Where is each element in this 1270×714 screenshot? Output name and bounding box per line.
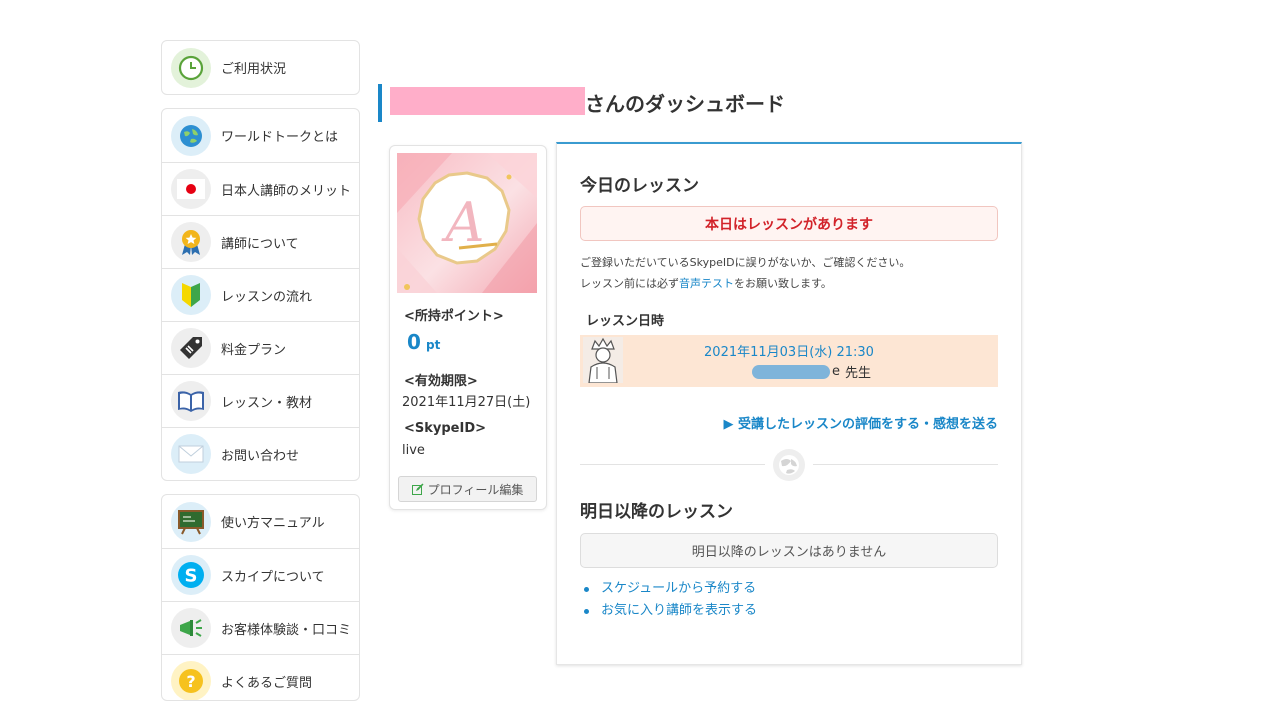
points-display: 0 pt xyxy=(407,330,440,354)
sidebar-item-label: お問い合わせ xyxy=(221,448,300,464)
divider-left xyxy=(580,464,765,465)
sidebar-item-about-teachers[interactable]: 講師について xyxy=(162,215,359,268)
sidebar-item-label: 使い方マニュアル xyxy=(221,516,325,531)
sidebar-item-label: レッスンの流れ xyxy=(221,289,313,305)
edit-icon xyxy=(411,483,424,495)
sidebar-item-lessons-materials[interactable]: レッスン・教材 xyxy=(162,374,359,427)
today-lessons-heading: 今日のレッスン xyxy=(580,176,699,196)
points-label: <所持ポイント> xyxy=(404,309,504,324)
sidebar-item-lesson-flow[interactable]: レッスンの流れ xyxy=(162,268,359,321)
skype-id-note: ご登録いただいているSkypeIDに誤りがないか、ご確認ください。 xyxy=(580,256,911,269)
lesson-panel: 今日のレッスン 本日はレッスンがあります ご登録いただいているSkypeIDに誤… xyxy=(556,142,1022,665)
sidebar-item-label: 講師について xyxy=(221,236,299,252)
clock-icon xyxy=(171,47,211,88)
sidebar-item-label: ワールドトークとは xyxy=(221,130,339,145)
no-upcoming-lessons-message: 明日以降のレッスンはありません xyxy=(580,533,998,568)
svg-text:S: S xyxy=(185,566,198,587)
award-badge-icon xyxy=(171,222,211,262)
skype-icon: S xyxy=(171,555,211,595)
favorite-teachers-link[interactable]: お気に入り講師を表示する xyxy=(601,600,757,622)
sidebar-item-pricing[interactable]: 料金プラン xyxy=(162,321,359,374)
edit-profile-label: プロフィール編集 xyxy=(427,482,524,497)
sidebar-item-label: スカイプについて xyxy=(221,569,325,585)
globe-icon xyxy=(171,115,211,156)
question-icon: ? xyxy=(171,661,211,700)
note-suffix: をお願い致します。 xyxy=(734,277,832,290)
price-tag-icon xyxy=(171,328,211,368)
bullet xyxy=(584,586,589,592)
megaphone-icon xyxy=(171,608,211,648)
sidebar-item-testimonials[interactable]: お客様体験談・口コミ xyxy=(162,601,359,654)
points-unit: pt xyxy=(426,338,441,352)
sidebar-item-label: ご利用状況 xyxy=(221,62,287,77)
audio-test-note: レッスン前には必ず音声テストをお願い致します。 xyxy=(580,275,832,291)
lesson-row[interactable]: 2021年11月03日(水) 21:30 e 先生 xyxy=(580,335,998,387)
envelope-icon xyxy=(171,434,211,474)
upcoming-lessons-heading: 明日以降のレッスン xyxy=(580,502,733,522)
title-accent-bar xyxy=(378,84,382,122)
points-value: 0 xyxy=(407,330,421,354)
lesson-teacher[interactable]: e 先生 xyxy=(752,362,871,381)
chalkboard-icon xyxy=(171,501,211,542)
sidebar-item-faq[interactable]: ? よくあるご質問 xyxy=(162,654,359,700)
redacted-teacher-name xyxy=(752,364,830,379)
list-item: お気に入り講師を表示する xyxy=(584,600,757,622)
teacher-suffix: 先生 xyxy=(845,366,872,381)
japan-flag-icon xyxy=(171,169,211,209)
skype-id-value: live xyxy=(402,443,425,458)
skype-id-label: <SkypeID> xyxy=(404,421,487,436)
sidebar-item-usage-status[interactable]: ご利用状況 xyxy=(162,41,359,94)
redacted-username xyxy=(390,87,585,115)
sidebar-item-label: よくあるご質問 xyxy=(221,675,313,691)
book-from-schedule-link[interactable]: スケジュールから予約する xyxy=(601,578,756,600)
expiry-label: <有効期限> xyxy=(404,374,478,389)
sidebar-item-contact[interactable]: お問い合わせ xyxy=(162,427,359,480)
sidebar-item-label: 日本人講師のメリット xyxy=(221,183,352,199)
edit-profile-button[interactable]: プロフィール編集 xyxy=(398,476,537,502)
sidebar-item-label: お客様体験談・口コミ xyxy=(221,622,352,638)
audio-test-link[interactable]: 音声テスト xyxy=(679,277,734,290)
sidebar-group-support: 使い方マニュアル S スカイプについて お客様体験談・口コミ ? よくあるご質問 xyxy=(161,494,360,701)
profile-avatar: A xyxy=(397,153,537,293)
sidebar-group-status: ご利用状況 xyxy=(161,40,360,95)
teacher-name-visible: e xyxy=(832,364,840,379)
profile-card: A <所持ポイント> 0 pt <有効期限> 2021年11月27日(土) <S… xyxy=(389,145,547,510)
sidebar-item-japanese-teacher-merits[interactable]: 日本人講師のメリット xyxy=(162,162,359,215)
lesson-datetime[interactable]: 2021年11月03日(水) 21:30 xyxy=(580,341,998,360)
sidebar-item-label: レッスン・教材 xyxy=(221,395,313,411)
sidebar-item-label: 料金プラン xyxy=(221,342,287,358)
sidebar-item-about-worldtalk[interactable]: ワールドトークとは xyxy=(162,109,359,162)
page-title: さんのダッシュボード xyxy=(585,92,785,116)
lesson-today-alert: 本日はレッスンがあります xyxy=(580,206,998,241)
divider-right xyxy=(813,464,998,465)
sidebar-item-user-manual[interactable]: 使い方マニュアル xyxy=(162,495,359,548)
list-item: スケジュールから予約する xyxy=(584,578,757,600)
sidebar-group-about: ワールドトークとは 日本人講師のメリット 講師について レッスンの流れ 料金プラ… xyxy=(161,108,360,481)
open-book-icon xyxy=(171,381,211,421)
beginner-mark-icon xyxy=(171,275,211,315)
sidebar-item-about-skype[interactable]: S スカイプについて xyxy=(162,548,359,601)
note-prefix: レッスン前には必ず xyxy=(580,277,679,290)
svg-text:?: ? xyxy=(186,672,195,691)
expiry-value: 2021年11月27日(土) xyxy=(402,395,531,410)
lesson-datetime-label: レッスン日時 xyxy=(586,314,665,329)
bullet xyxy=(584,608,589,614)
upcoming-links: スケジュールから予約する お気に入り講師を表示する xyxy=(584,578,757,622)
worldtalk-logo-icon xyxy=(771,447,807,483)
review-lesson-link[interactable]: ▶ 受講したレッスンの評価をする・感想を送る xyxy=(723,413,998,432)
